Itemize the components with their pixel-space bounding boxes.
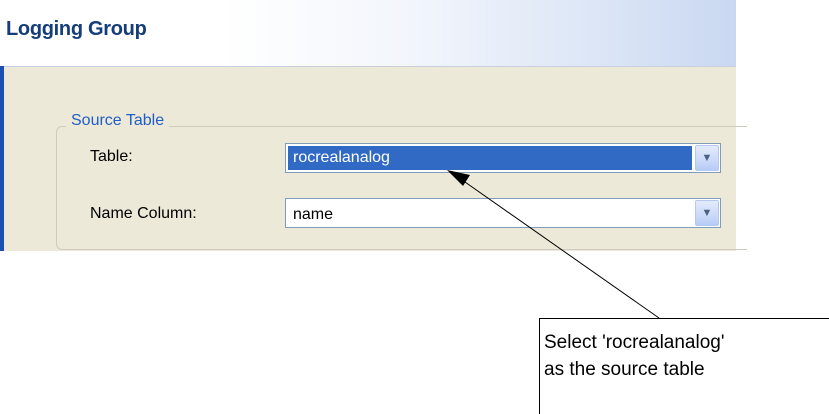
- callout-box: Select 'rocrealanalog' as the source tab…: [539, 318, 829, 414]
- callout-line-1: Select 'rocrealanalog': [544, 332, 725, 353]
- callout-line-2: as the source table: [544, 359, 705, 380]
- callout-text: Select 'rocrealanalog' as the source tab…: [544, 329, 724, 383]
